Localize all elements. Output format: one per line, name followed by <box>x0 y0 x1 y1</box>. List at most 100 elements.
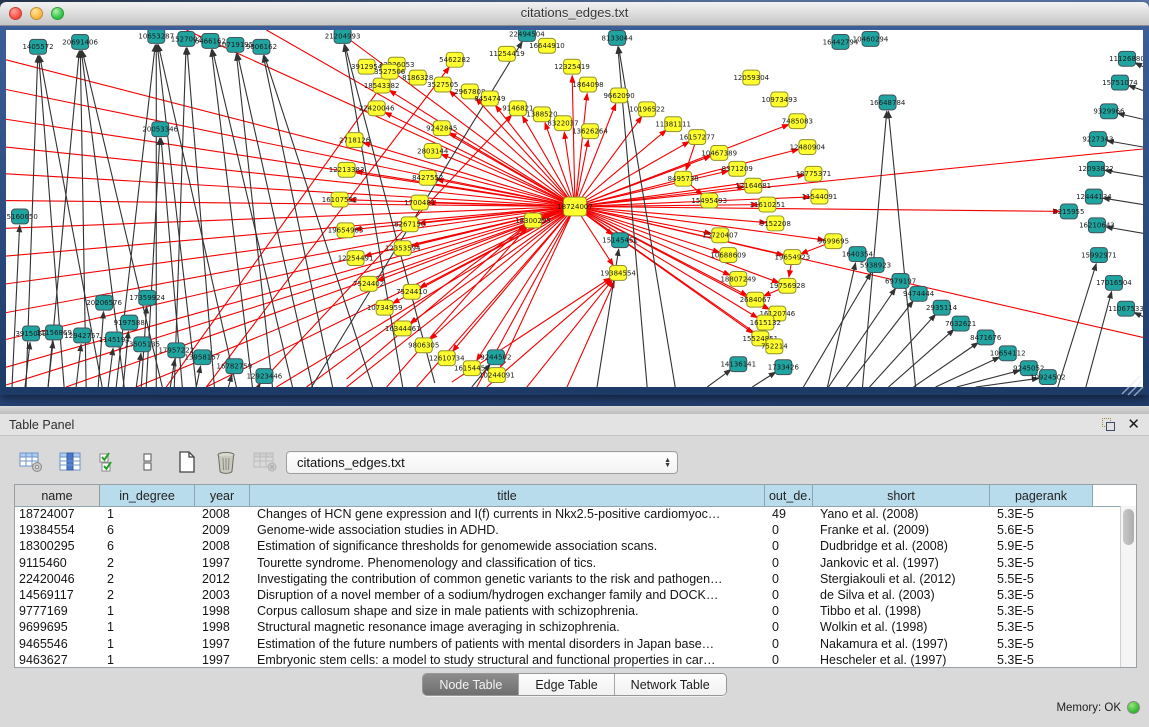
network-edge[interactable] <box>6 207 575 229</box>
delete-columns-button[interactable] <box>213 449 239 475</box>
row-options-button[interactable] <box>135 449 161 475</box>
memory-status-indicator[interactable] <box>1127 701 1140 714</box>
network-edge[interactable] <box>196 366 200 387</box>
network-node[interactable]: 7632621 <box>945 316 976 331</box>
network-edge[interactable] <box>575 207 720 253</box>
network-edge[interactable] <box>98 312 103 387</box>
network-node[interactable]: 12093822 <box>1078 161 1114 176</box>
network-edge[interactable] <box>575 207 711 234</box>
network-edge[interactable] <box>344 45 403 387</box>
network-node[interactable]: 9197588 <box>114 315 145 330</box>
network-node[interactable]: 18775371 <box>796 166 832 181</box>
network-node[interactable]: 12480904 <box>790 140 826 155</box>
network-node[interactable]: 17016504 <box>1096 275 1132 290</box>
network-node[interactable]: 18543382 <box>364 78 400 93</box>
column-header-year[interactable]: year <box>195 485 250 506</box>
table-row[interactable]: 946362711997Embryonic stem cells: a mode… <box>15 652 1121 667</box>
network-node[interactable]: 10688609 <box>710 248 746 263</box>
network-node[interactable]: 6979197 <box>885 273 916 288</box>
network-node[interactable]: 20691406 <box>62 34 98 49</box>
network-node[interactable]: 8427552 <box>412 170 443 185</box>
network-edge[interactable] <box>237 54 312 387</box>
network-node[interactable]: 9662090 <box>603 88 634 103</box>
network-node[interactable]: 9699695 <box>818 234 849 249</box>
network-node[interactable]: 12254491 <box>338 251 374 266</box>
network-node[interactable]: 12213383 <box>329 162 365 177</box>
network-edge[interactable] <box>575 104 616 207</box>
network-node[interactable]: 16157277 <box>679 130 715 145</box>
show-columns-button[interactable] <box>57 449 83 475</box>
table-row[interactable]: 1456911722003Disruption of a novel membe… <box>15 587 1121 603</box>
network-node[interactable]: 2803144 <box>417 144 449 159</box>
network-node[interactable]: 2718126 <box>339 133 370 148</box>
network-node[interactable]: 11254419 <box>489 46 525 61</box>
table-vertical-scrollbar[interactable] <box>1120 506 1136 667</box>
network-edge[interactable] <box>6 90 575 207</box>
network-node[interactable]: 9152208 <box>760 216 791 231</box>
network-edge[interactable] <box>211 50 252 387</box>
network-node[interactable]: 15751074 <box>1102 75 1138 90</box>
table-row[interactable]: 911546021997Tourette syndrome. Phenomeno… <box>15 555 1121 571</box>
table-row[interactable]: 969969511998Structural magnetic resonanc… <box>15 619 1121 635</box>
network-node[interactable]: 12610734 <box>429 351 465 366</box>
network-node[interactable]: 25160650 <box>6 209 38 224</box>
network-node[interactable]: 1405572 <box>22 39 53 54</box>
network-node[interactable]: 16648784 <box>870 95 906 110</box>
network-node[interactable]: 7485083 <box>782 114 813 129</box>
network-node[interactable]: 20206576 <box>86 295 122 310</box>
column-header-name[interactable]: name <box>15 485 100 506</box>
network-edge[interactable] <box>575 207 1060 212</box>
table-options-button[interactable] <box>18 449 44 475</box>
network-node[interactable]: 8215955 <box>1053 204 1084 219</box>
network-edge[interactable] <box>575 93 587 206</box>
network-edge[interactable] <box>263 56 332 387</box>
network-node[interactable]: 10734959 <box>367 300 403 315</box>
network-node[interactable]: 21204993 <box>325 30 361 43</box>
panel-splitter[interactable]: ▴ <box>0 406 1149 414</box>
network-node[interactable]: 1733426 <box>768 360 799 375</box>
network-node[interactable]: 9329966 <box>1093 104 1124 119</box>
network-edge[interactable] <box>76 344 81 387</box>
scrollbar-thumb[interactable] <box>1123 509 1134 545</box>
network-node[interactable]: 9806305 <box>408 338 439 353</box>
network-node[interactable]: 8471676 <box>970 330 1001 345</box>
network-edge[interactable] <box>187 48 214 387</box>
network-edge[interactable] <box>936 357 1000 387</box>
network-edge[interactable] <box>889 329 954 387</box>
network-node[interactable]: 19384554 <box>600 266 636 281</box>
network-node[interactable]: 10973493 <box>762 92 798 107</box>
network-node[interactable]: 2935114 <box>926 300 958 315</box>
tab-network-table[interactable]: Network Table <box>615 674 726 695</box>
network-graph[interactable]: 1405572206914061065328715270026466162107… <box>6 30 1143 387</box>
network-node[interactable]: 15992971 <box>1081 248 1117 263</box>
window-titlebar[interactable]: citations_edges.txt <box>0 2 1149 26</box>
network-node[interactable]: 9242845 <box>426 121 457 136</box>
network-node[interactable]: 10196522 <box>629 102 665 117</box>
network-node[interactable]: 12059304 <box>733 70 769 85</box>
tab-edge-table[interactable]: Edge Table <box>519 674 614 695</box>
network-node[interactable]: 11544091 <box>802 189 838 204</box>
close-panel-button[interactable]: ✕ <box>1127 418 1140 431</box>
network-node[interactable]: 14136141 <box>720 357 756 372</box>
table-row[interactable]: 977716911998Corpus callosum shape and si… <box>15 603 1121 619</box>
network-node[interactable]: 15720407 <box>702 228 738 243</box>
network-canvas[interactable]: 1405572206914061065328715270026466162107… <box>6 30 1143 387</box>
network-edge[interactable] <box>12 225 20 387</box>
network-edge[interactable] <box>108 348 113 387</box>
network-node[interactable]: 16782759 <box>217 359 253 374</box>
network-node[interactable]: 12325419 <box>554 59 590 74</box>
window-resize-grip[interactable] <box>1120 374 1144 396</box>
table-row[interactable]: 946554611997Estimation of the future num… <box>15 636 1121 652</box>
network-edge[interactable] <box>914 343 979 387</box>
network-node[interactable]: 11381111 <box>655 117 691 132</box>
network-node[interactable]: 12353594 <box>385 241 421 256</box>
network-edge[interactable] <box>174 48 186 387</box>
network-node[interactable]: 1864098 <box>572 77 603 92</box>
network-edge[interactable] <box>707 370 731 387</box>
column-header-out_degree[interactable]: △out_de… <box>765 485 813 506</box>
network-edge[interactable] <box>803 273 871 387</box>
network-node[interactable]: 8133044 <box>601 30 633 45</box>
tab-node-table[interactable]: Node Table <box>423 674 519 695</box>
table-row[interactable]: 2242004622012Investigating the contribut… <box>15 571 1121 587</box>
network-node[interactable]: 9244502 <box>480 350 511 365</box>
